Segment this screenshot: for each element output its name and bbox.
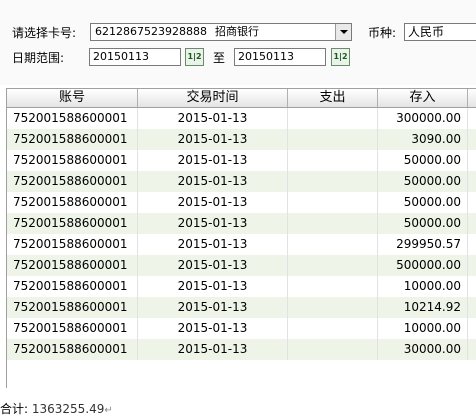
expense-cell (288, 276, 378, 297)
return-mark-icon: ↵ (104, 405, 113, 416)
expense-cell (288, 129, 378, 150)
deposit-cell: 300000.00 (378, 108, 468, 129)
column-header-time[interactable]: 交易时间 (138, 89, 288, 107)
time-cell: 2015-01-13 (138, 234, 288, 255)
currency-label: 币种: (368, 26, 397, 40)
date-range-label: 日期范围: (12, 51, 65, 65)
column-header-expense[interactable]: 支出 (288, 89, 378, 107)
total-label: 合计: (0, 402, 29, 416)
filter-panel: 请选择卡号: 6212867523928888 招商银行 币种: 人民币 日期范… (0, 0, 476, 85)
expense-cell (288, 297, 378, 318)
account-cell: 752001588600001 (7, 276, 138, 297)
account-cell: 752001588600001 (7, 297, 138, 318)
time-cell: 2015-01-13 (138, 255, 288, 276)
account-cell: 752001588600001 (7, 234, 138, 255)
time-cell: 2015-01-13 (138, 192, 288, 213)
chevron-down-icon[interactable] (335, 24, 351, 40)
deposit-cell: 10214.92 (378, 297, 468, 318)
card-number-value: 6212867523928888 (95, 25, 207, 38)
table-row[interactable]: 752001588600001 2015-01-13 50000.00 (7, 150, 476, 171)
deposit-cell: 10000.00 (378, 318, 468, 339)
account-cell: 752001588600001 (7, 255, 138, 276)
table-row[interactable]: 752001588600001 2015-01-13 50000.00 (7, 213, 476, 234)
table-row[interactable]: 752001588600001 2015-01-13 299950.57 (7, 234, 476, 255)
deposit-cell: 50000.00 (378, 213, 468, 234)
date-to-value: 20150113 (238, 50, 294, 63)
expense-cell (288, 171, 378, 192)
date-from-field[interactable]: 20150113 (89, 48, 181, 66)
expense-cell (288, 150, 378, 171)
deposit-cell: 10000.00 (378, 276, 468, 297)
deposit-cell: 50000.00 (378, 150, 468, 171)
date-to-field[interactable]: 20150113 (234, 48, 326, 66)
expense-cell (288, 108, 378, 129)
date-from-value: 20150113 (93, 50, 149, 63)
account-cell: 752001588600001 (7, 318, 138, 339)
time-cell: 2015-01-13 (138, 150, 288, 171)
time-cell: 2015-01-13 (138, 213, 288, 234)
table-row[interactable]: 752001588600001 2015-01-13 50000.00 (7, 171, 476, 192)
expense-cell (288, 255, 378, 276)
account-cell: 752001588600001 (7, 192, 138, 213)
account-cell: 752001588600001 (7, 213, 138, 234)
total-summary: 合计: 1363255.49↵ (0, 401, 113, 419)
table-row[interactable]: 752001588600001 2015-01-13 3090.00 (7, 129, 476, 150)
card-number-label: 请选择卡号: (12, 26, 77, 40)
deposit-cell: 50000.00 (378, 171, 468, 192)
table-row[interactable]: 752001588600001 2015-01-13 10000.00 (7, 276, 476, 297)
deposit-cell: 3090.00 (378, 129, 468, 150)
time-cell: 2015-01-13 (138, 318, 288, 339)
column-header-deposit[interactable]: 存入 (378, 89, 468, 107)
table-row[interactable]: 752001588600001 2015-01-13 10000.00 (7, 318, 476, 339)
account-cell: 752001588600001 (7, 150, 138, 171)
date-to-label: 至 (213, 51, 226, 65)
column-header-account[interactable]: 账号 (7, 89, 138, 107)
card-number-select[interactable]: 6212867523928888 招商银行 (90, 23, 352, 41)
expense-cell (288, 192, 378, 213)
time-cell: 2015-01-13 (138, 339, 288, 360)
time-cell: 2015-01-13 (138, 171, 288, 192)
total-amount: 1363255.49 (31, 402, 105, 416)
bank-name-value: 招商银行 (215, 25, 259, 38)
transactions-table: 账号 交易时间 支出 存入 752001588600001 2015-01-13… (6, 88, 476, 388)
expense-cell (288, 213, 378, 234)
deposit-cell: 50000.00 (378, 192, 468, 213)
deposit-cell: 500000.00 (378, 255, 468, 276)
account-cell: 752001588600001 (7, 108, 138, 129)
expense-cell (288, 234, 378, 255)
currency-field[interactable]: 人民币 (404, 23, 476, 41)
calendar-icon[interactable]: 1|2 (331, 48, 350, 66)
time-cell: 2015-01-13 (138, 297, 288, 318)
table-row[interactable]: 752001588600001 2015-01-13 300000.00 (7, 108, 476, 129)
table-row[interactable]: 752001588600001 2015-01-13 30000.00 (7, 339, 476, 360)
account-cell: 752001588600001 (7, 171, 138, 192)
table-header: 账号 交易时间 支出 存入 (7, 89, 476, 108)
currency-value: 人民币 (408, 25, 445, 39)
time-cell: 2015-01-13 (138, 129, 288, 150)
expense-cell (288, 318, 378, 339)
deposit-cell: 299950.57 (378, 234, 468, 255)
time-cell: 2015-01-13 (138, 108, 288, 129)
table-row[interactable]: 752001588600001 2015-01-13 50000.00 (7, 192, 476, 213)
expense-cell (288, 339, 378, 360)
account-cell: 752001588600001 (7, 129, 138, 150)
table-row[interactable]: 752001588600001 2015-01-13 500000.00 (7, 255, 476, 276)
calendar-icon[interactable]: 1|2 (185, 48, 204, 66)
table-row[interactable]: 752001588600001 2015-01-13 10214.92 (7, 297, 476, 318)
deposit-cell: 30000.00 (378, 339, 468, 360)
account-cell: 752001588600001 (7, 339, 138, 360)
time-cell: 2015-01-13 (138, 276, 288, 297)
